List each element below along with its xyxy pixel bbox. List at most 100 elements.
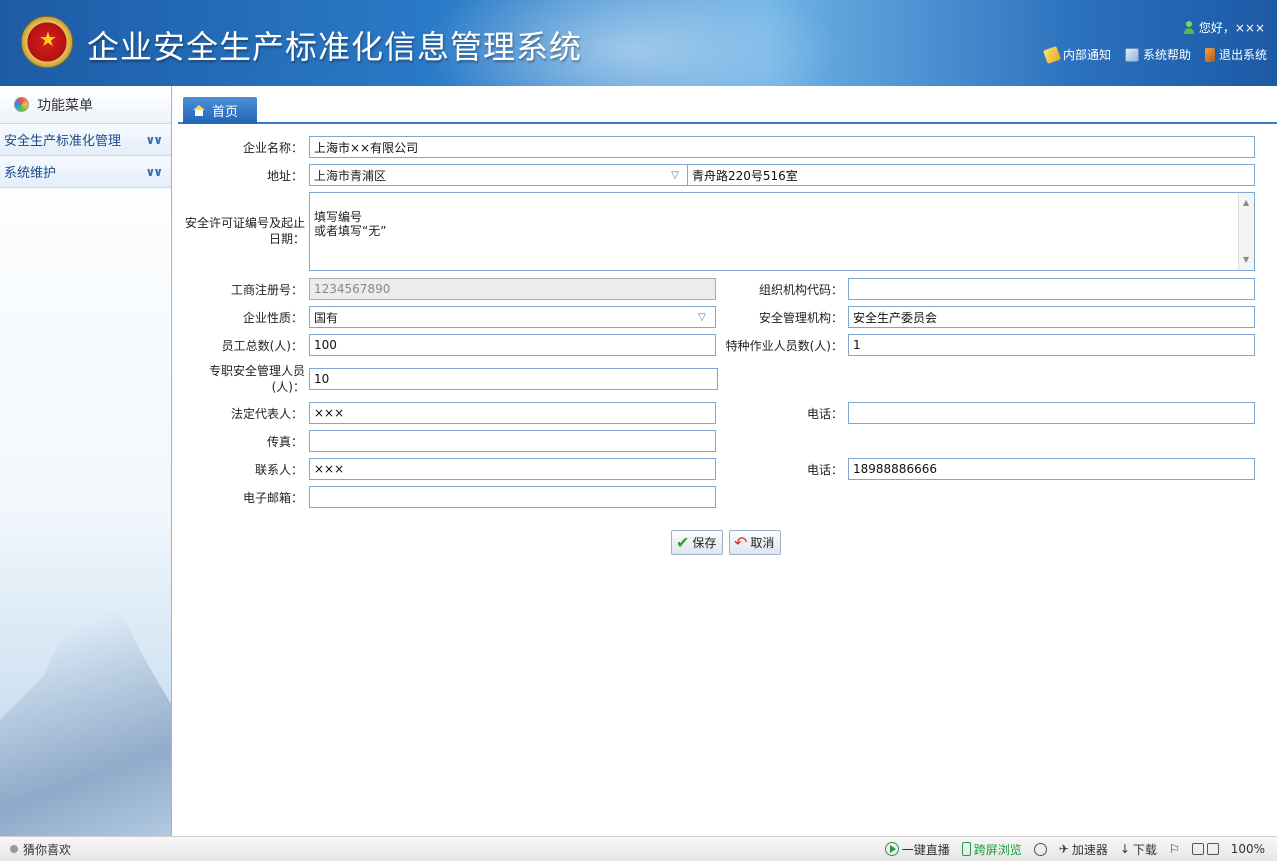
save-label: 保存 [692, 536, 717, 550]
emblem-logo: ★ [21, 16, 73, 68]
legal-phone-input[interactable] [848, 402, 1255, 424]
address-detail-input[interactable] [687, 164, 1255, 186]
dot-icon [10, 845, 18, 853]
accelerator-button[interactable]: ✈ 加速器 [1059, 841, 1108, 858]
business-reg-input [309, 278, 716, 300]
address-district-select[interactable]: 上海市青浦区 ▽ [309, 164, 689, 186]
employees-label: 员工总数(人)： [221, 339, 303, 353]
sidebar: 功能菜单 安全生产标准化管理 ∨∨ 系统维护 ∨∨ [0, 86, 172, 836]
address-label: 地址： [266, 169, 303, 183]
system-help-link[interactable]: 系统帮助 [1124, 46, 1191, 63]
main-content: 首页 企业名称： 地址： 上海市青浦区 ▽ 安全许可证编号及起止日期： 填写编号… [173, 86, 1277, 836]
user-greeting: 您好，××× [1183, 19, 1265, 36]
sidebar-title: 功能菜单 [37, 97, 93, 114]
sidebar-header: 功能菜单 [0, 86, 171, 124]
live-stream-label: 一键直播 [901, 842, 950, 857]
keyboard-icon [1206, 843, 1219, 855]
sidebar-item-label: 安全生产标准化管理 [4, 134, 122, 149]
company-name-label: 企业名称： [242, 141, 303, 155]
phone-icon [961, 842, 971, 856]
textarea-scrollbar[interactable]: ▲ ▼ [1238, 193, 1254, 270]
check-icon: ✔ [676, 532, 690, 552]
tab-home-label: 首页 [212, 105, 239, 120]
safety-org-label: 安全管理机构： [758, 311, 843, 325]
flag-button[interactable]: ⚐ [1169, 842, 1180, 856]
nature-select[interactable]: 国有 ▽ [309, 306, 716, 328]
fax-input[interactable] [309, 430, 716, 452]
undo-icon: ↶ [734, 532, 748, 552]
app-title: 企业安全生产标准化信息管理系统 [87, 28, 583, 66]
help-icon [1124, 47, 1139, 62]
email-label: 电子邮箱： [242, 491, 303, 505]
zoom-label: 100% [1230, 842, 1265, 856]
contact-phone-input[interactable] [848, 458, 1255, 480]
refresh-tool-button[interactable] [1033, 842, 1047, 856]
internal-notice-link[interactable]: 内部通知 [1042, 45, 1111, 64]
status-bar-tools: 一键直播 跨屏浏览 ✈ 加速器 ↓ 下载 ⚐ 100% [884, 841, 1265, 858]
live-stream-button[interactable]: 一键直播 [884, 841, 950, 858]
employees-input[interactable] [309, 334, 716, 356]
exit-system-label: 退出系统 [1218, 48, 1267, 62]
scroll-down-icon: ▼ [1243, 255, 1250, 264]
sidebar-item-safety-standardization[interactable]: 安全生产标准化管理 ∨∨ [0, 124, 171, 156]
safety-org-input[interactable] [848, 306, 1255, 328]
rocket-icon: ✈ [1058, 842, 1069, 856]
scroll-up-icon: ▲ [1243, 198, 1250, 207]
app-header: ★ 企业安全生产标准化信息管理系统 您好，××× 内部通知 系统帮助 退出系统 [0, 0, 1277, 86]
double-chevron-down-icon: ∨∨ [145, 132, 163, 147]
legal-rep-label: 法定代表人： [230, 407, 303, 421]
tab-bar: 首页 [178, 96, 1277, 124]
exit-icon [1204, 47, 1215, 62]
email-input[interactable] [309, 486, 716, 508]
org-code-label: 组织机构代码： [758, 283, 843, 297]
cancel-button[interactable]: ↶ 取消 [729, 530, 782, 555]
download-icon: ↓ [1119, 842, 1130, 856]
play-icon [884, 842, 899, 856]
chevron-down-icon: ▽ [671, 169, 679, 181]
sidebar-item-system-maintenance[interactable]: 系统维护 ∨∨ [0, 156, 171, 188]
safety-staff-input[interactable] [309, 368, 718, 390]
special-workers-input[interactable] [848, 334, 1255, 356]
nature-value: 国有 [314, 310, 339, 325]
exit-system-link[interactable]: 退出系统 [1204, 46, 1267, 63]
recommend-label: 猜你喜欢 [23, 842, 72, 857]
user-icon [1183, 20, 1195, 35]
color-wheel-icon [14, 97, 29, 112]
legal-phone-label: 电话： [806, 407, 843, 421]
zoom-level[interactable]: 100% [1231, 842, 1265, 856]
tab-home[interactable]: 首页 [183, 97, 257, 124]
legal-rep-input[interactable] [309, 402, 716, 424]
chevron-down-icon: ▽ [698, 311, 706, 323]
cross-screen-button[interactable]: 跨屏浏览 [961, 841, 1022, 858]
ime-icon [1191, 843, 1204, 855]
greeting-text: 您好，××× [1198, 21, 1265, 35]
ime-toolbar[interactable] [1191, 843, 1219, 855]
internal-notice-label: 内部通知 [1062, 48, 1111, 62]
notice-icon [1042, 45, 1061, 64]
cross-screen-label: 跨屏浏览 [973, 842, 1022, 857]
refresh-icon [1033, 842, 1047, 856]
org-code-input[interactable] [848, 278, 1255, 300]
contact-input[interactable] [309, 458, 716, 480]
safety-staff-label: 专职安全管理人员(人)： [208, 364, 305, 394]
license-label: 安全许可证编号及起止日期： [184, 216, 305, 246]
business-reg-label: 工商注册号： [230, 283, 303, 297]
company-name-input[interactable] [309, 136, 1255, 158]
fax-label: 传真： [266, 435, 303, 449]
accelerator-label: 加速器 [1071, 842, 1108, 857]
system-help-label: 系统帮助 [1142, 48, 1191, 62]
save-button[interactable]: ✔ 保存 [671, 530, 724, 555]
license-textarea[interactable]: 填写编号 或者填写“无” ▲ ▼ [309, 192, 1255, 271]
special-workers-label: 特种作业人员数(人)： [725, 339, 843, 353]
home-icon [193, 105, 205, 116]
recommend-link[interactable]: 猜你喜欢 [10, 841, 71, 858]
header-links: 内部通知 系统帮助 退出系统 [1042, 45, 1267, 64]
mountain-decoration [0, 560, 171, 836]
browser-status-bar: 猜你喜欢 一键直播 跨屏浏览 ✈ 加速器 ↓ 下载 ⚐ 100% [0, 836, 1277, 861]
download-button[interactable]: ↓ 下载 [1120, 841, 1157, 858]
cancel-label: 取消 [750, 536, 775, 550]
address-district-value: 上海市青浦区 [314, 168, 387, 183]
double-chevron-down-icon: ∨∨ [145, 164, 163, 179]
contact-phone-label: 电话： [806, 463, 843, 477]
nature-label: 企业性质： [242, 311, 303, 325]
